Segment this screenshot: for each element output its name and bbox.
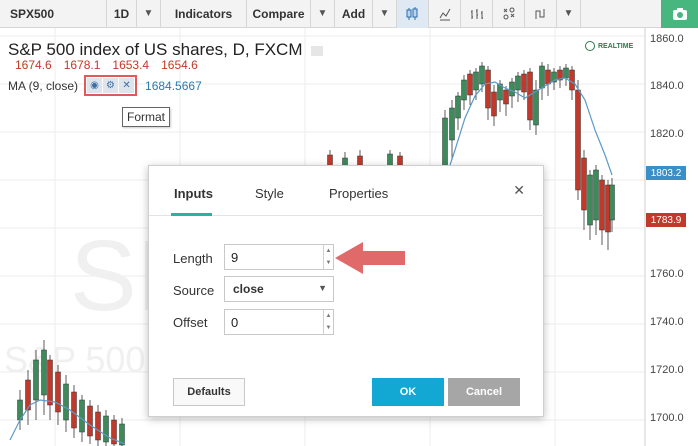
camera-icon[interactable] — [661, 0, 698, 28]
candle-body — [467, 73, 473, 96]
point-figure-icon[interactable] — [493, 0, 525, 28]
cancel-button[interactable]: Cancel — [448, 378, 520, 406]
offset-stepper[interactable]: ▲ ▼ — [323, 310, 333, 334]
ma-price-tag: 1803.2 — [646, 166, 686, 180]
defaults-button[interactable]: Defaults — [173, 378, 245, 406]
low-value: 1653.4 — [112, 58, 150, 72]
candle-body — [509, 81, 515, 97]
format-tooltip: Format — [122, 107, 171, 127]
chevron-down-icon: ▼ — [318, 283, 327, 293]
candle-body — [485, 69, 491, 109]
ok-button[interactable]: OK — [372, 378, 444, 406]
candle-body — [599, 179, 605, 231]
tab-style[interactable]: Style — [255, 186, 284, 201]
bars-style-icon[interactable] — [429, 0, 461, 28]
candle-body — [455, 95, 461, 119]
high-value: 1678.1 — [63, 58, 101, 72]
candle-body — [569, 69, 575, 91]
candle-body — [103, 415, 109, 443]
axis-price-label: 1700.0 — [650, 412, 684, 424]
candle-body — [33, 359, 39, 401]
interval-dropdown-caret[interactable]: ▼ — [137, 0, 161, 28]
indicators-button[interactable]: Indicators — [161, 0, 247, 28]
candle-body — [71, 391, 77, 429]
ma-legend: MA (9, close) ◉ ⚙ ✕ 1684.5667 — [8, 75, 202, 96]
candle-body — [593, 169, 599, 221]
add-button[interactable]: Add — [335, 0, 373, 28]
axis-price-label: 1820.0 — [650, 128, 684, 140]
ma-controls: ◉ ⚙ ✕ — [84, 75, 138, 96]
gear-icon[interactable]: ⚙ — [103, 78, 119, 93]
candle-body — [479, 65, 485, 85]
candle-body — [47, 359, 53, 406]
candle-body — [95, 411, 101, 441]
candle-body — [473, 71, 479, 91]
close-icon[interactable]: ✕ — [119, 78, 135, 93]
clock-icon — [585, 41, 595, 51]
compare-button[interactable]: Compare — [247, 0, 311, 28]
last-price-tag: 1783.9 — [646, 213, 686, 227]
candle-body — [563, 67, 569, 79]
candle-body — [87, 405, 93, 437]
close-icon[interactable]: ✕ — [513, 182, 525, 199]
tab-inputs[interactable]: Inputs — [174, 186, 213, 201]
realtime-badge: REALTIME — [585, 41, 633, 51]
interval-button[interactable]: 1D — [107, 0, 137, 28]
source-label: Source — [173, 283, 215, 298]
candle-body — [521, 73, 527, 93]
candle-body — [55, 371, 61, 413]
line-style-icon[interactable] — [461, 0, 493, 28]
ma-label: MA (9, close) — [8, 78, 79, 93]
active-tab-indicator — [171, 213, 212, 216]
candle-body — [449, 107, 455, 141]
tab-properties[interactable]: Properties — [329, 186, 388, 201]
candle-body — [581, 157, 587, 211]
axis-price-label: 1760.0 — [650, 268, 684, 280]
offset-field[interactable]: 0 ▲ ▼ — [224, 309, 334, 335]
open-value: 1674.6 — [15, 58, 52, 72]
length-field[interactable]: 9 ▲ ▼ — [224, 244, 334, 270]
close-value: 1654.6 — [161, 58, 198, 72]
candle-body — [539, 65, 545, 89]
length-stepper[interactable]: ▲ ▼ — [323, 245, 333, 269]
candle-body — [41, 349, 47, 396]
candles-style-icon[interactable] — [397, 0, 429, 28]
indicator-properties-dialog: Inputs Style Properties ✕ Length 9 ▲ ▼ So… — [148, 165, 545, 417]
chart-title: S&P 500 index of US shares, D, FXCM — [8, 40, 324, 60]
ohlc-values: 1674.6 1678.1 1653.4 1654.6 — [15, 58, 198, 72]
axis-price-label: 1720.0 — [650, 364, 684, 376]
annotation-arrow-icon — [335, 242, 405, 274]
length-label: Length — [173, 251, 213, 266]
offset-label: Offset — [173, 315, 208, 330]
eye-icon[interactable]: ◉ — [87, 78, 103, 93]
candle-body — [609, 184, 615, 221]
symbol-field[interactable]: SPX500 — [0, 0, 107, 28]
top-toolbar: SPX500 1D ▼ Indicators Compare ▼ Add ▼ ▼ — [0, 0, 698, 28]
ma-value: 1684.5667 — [145, 78, 202, 93]
axis-price-label: 1840.0 — [650, 80, 684, 92]
candle-body — [515, 75, 521, 91]
candle-body — [587, 174, 593, 226]
candle-body — [503, 89, 509, 105]
add-dropdown-caret[interactable]: ▼ — [373, 0, 397, 28]
candle-body — [545, 69, 551, 85]
candle-body — [533, 89, 539, 126]
source-select[interactable]: close ▼ — [224, 276, 334, 302]
candle-body — [575, 89, 581, 191]
kagi-style-icon[interactable] — [525, 0, 557, 28]
chart-style-dropdown-caret[interactable]: ▼ — [557, 0, 581, 28]
candle-body — [79, 399, 85, 433]
candle-body — [63, 383, 69, 421]
axis-price-label: 1860.0 — [650, 33, 684, 45]
dialog-tabs: Inputs Style Properties ✕ — [149, 166, 545, 216]
eye-icon[interactable] — [311, 45, 324, 56]
compare-dropdown-caret[interactable]: ▼ — [311, 0, 335, 28]
candle-body — [461, 79, 467, 101]
candle-body — [491, 91, 497, 117]
axis-price-label: 1740.0 — [650, 316, 684, 328]
